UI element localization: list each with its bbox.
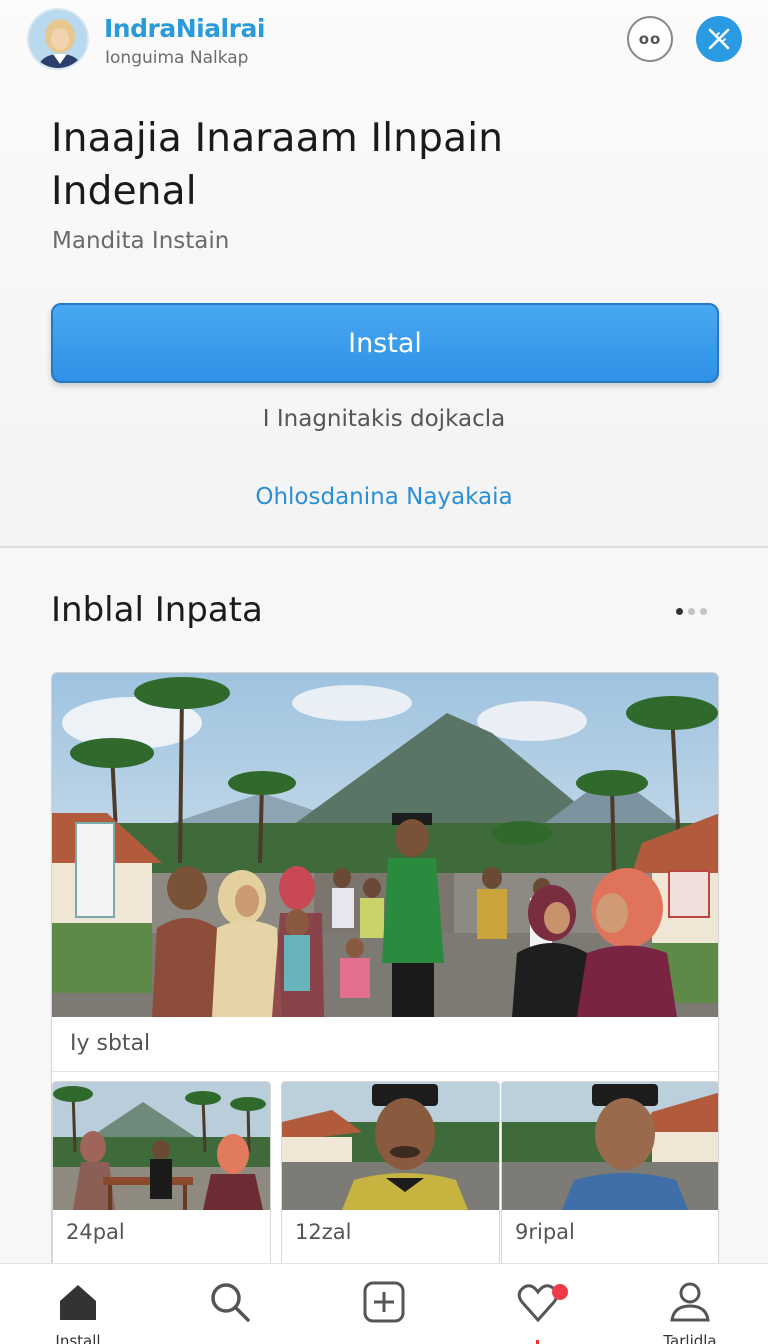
- nav-label: Install: [55, 1332, 101, 1344]
- pager-dot[interactable]: [676, 608, 683, 615]
- app-title: Inaajia Inaraam Ilnpain Indenal: [51, 116, 504, 214]
- avatar[interactable]: [27, 8, 89, 70]
- app-subtitle: Mandita Instain: [52, 228, 230, 254]
- section-title: Inblal Inpata: [51, 590, 263, 630]
- hero-image[interactable]: [52, 673, 719, 1017]
- nav-item-favorites[interactable]: [488, 1264, 588, 1344]
- home-icon: [60, 1285, 96, 1320]
- add-icon: [363, 1281, 405, 1323]
- thumbnail-2[interactable]: 12zal: [281, 1081, 500, 1271]
- pager-dot[interactable]: [700, 608, 707, 615]
- more-options-button[interactable]: oo: [627, 16, 673, 62]
- brand-name: IndraNialrai: [104, 14, 265, 43]
- thumbnail-caption: 12zal: [295, 1220, 352, 1244]
- search-icon: [211, 1283, 250, 1322]
- install-button[interactable]: Instal: [51, 303, 719, 383]
- app-header-area: IndraNialrai Ionguima Nalkap oo Inaajia …: [0, 0, 768, 548]
- bottom-nav: Install Tarlidla: [0, 1263, 768, 1344]
- divider: [0, 546, 768, 548]
- thumbnail-3[interactable]: 9ripal: [501, 1081, 718, 1271]
- screenshot-card: Iy sbtal 24pal 12zal 9ripal: [51, 672, 719, 1272]
- active-indicator: [536, 1340, 539, 1344]
- nav-label: Tarlidla: [663, 1332, 717, 1344]
- notification-badge: [552, 1284, 568, 1300]
- thumbnail-caption: 9ripal: [515, 1220, 575, 1244]
- developer-link[interactable]: Ohlosdanina Nayakaia: [0, 484, 768, 510]
- pager-dots[interactable]: [676, 608, 707, 615]
- profile-icon: [670, 1282, 710, 1322]
- pager-dot[interactable]: [688, 608, 695, 615]
- thumbnail-image: [502, 1082, 718, 1210]
- info-text: I Inagnitakis dojkacla: [262, 406, 506, 432]
- thumbnail-1[interactable]: 24pal: [52, 1081, 271, 1271]
- divider: [52, 1071, 718, 1072]
- hero-caption: Iy sbtal: [70, 1031, 151, 1056]
- nav-item-profile[interactable]: Tarlidla: [640, 1264, 740, 1344]
- close-button[interactable]: [696, 16, 742, 62]
- thumbnail-image: [53, 1082, 270, 1210]
- brand-subtitle: Ionguima Nalkap: [105, 48, 249, 68]
- nav-item-search[interactable]: [180, 1264, 280, 1344]
- nav-item-add[interactable]: [334, 1264, 434, 1344]
- thumbnail-image: [282, 1082, 499, 1210]
- more-icon: oo: [638, 30, 662, 48]
- nav-item-home[interactable]: Install: [28, 1264, 128, 1344]
- thumbnail-caption: 24pal: [66, 1220, 125, 1244]
- close-icon: [708, 28, 730, 50]
